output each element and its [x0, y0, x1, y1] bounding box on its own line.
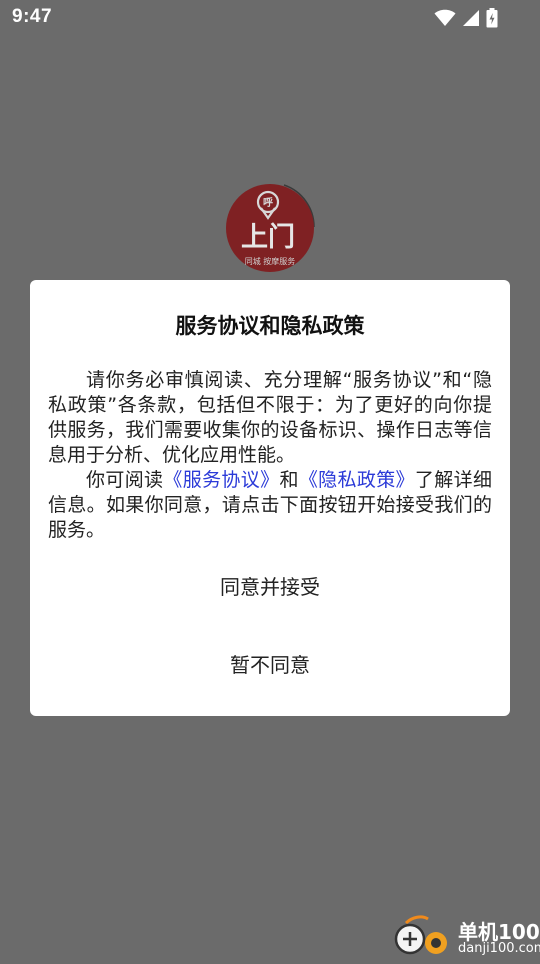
status-bar: 9:47: [0, 0, 540, 36]
privacy-dialog: 服务协议和隐私政策 请你务必审慎阅读、充分理解“服务协议”和“隐私政策”各条款，…: [30, 280, 510, 716]
dialog-paragraph-1: 请你务必审慎阅读、充分理解“服务协议”和“隐私政策”各条款，包括但不限于：为了更…: [48, 369, 492, 466]
watermark-site-url: danji100.com: [458, 941, 540, 956]
agree-button[interactable]: 同意并接受: [30, 559, 510, 615]
battery-charging-icon: [486, 8, 498, 28]
dialog-paragraph-2: 你可阅读《服务协议》和《隐私政策》了解详细信息。如果你同意，请点击下面按钮开始接…: [48, 468, 492, 543]
paragraph-2-and: 和: [279, 469, 299, 491]
decline-button[interactable]: 暂不同意: [30, 637, 510, 693]
logo-tagline: 同城 按摩服务: [245, 256, 296, 266]
privacy-policy-link[interactable]: 《隐私政策》: [299, 469, 415, 491]
app-logo: 呼 上门 同城 按摩服务: [224, 182, 316, 274]
cell-signal-icon: [462, 9, 480, 27]
status-time: 9:47: [12, 6, 53, 27]
paragraph-2-prefix: 你可阅读: [86, 469, 164, 491]
watermark-logo-icon: [394, 915, 447, 955]
watermark: 单机100网 danji100.com: [392, 915, 540, 960]
logo-badge-text: 呼: [263, 196, 273, 209]
dialog-body: 请你务必审慎阅读、充分理解“服务协议”和“隐私政策”各条款，包括但不限于：为了更…: [48, 368, 492, 543]
service-agreement-link[interactable]: 《服务协议》: [163, 469, 279, 491]
status-icons: [434, 8, 498, 28]
dialog-title: 服务协议和隐私政策: [175, 314, 365, 338]
wifi-icon: [434, 9, 456, 27]
logo-brand-text: 上门: [241, 222, 295, 253]
